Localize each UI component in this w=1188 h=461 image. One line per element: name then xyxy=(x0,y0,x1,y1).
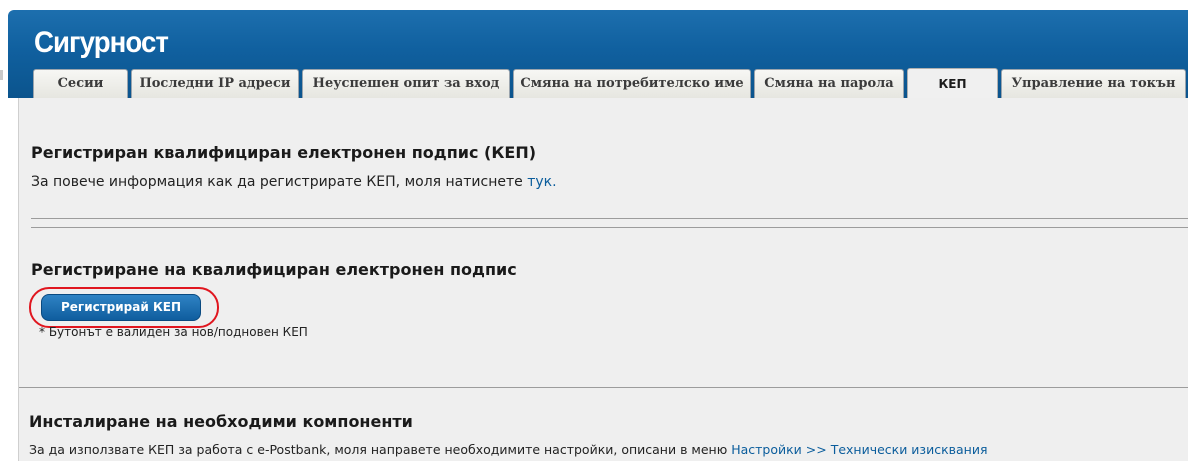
divider xyxy=(31,227,1188,228)
divider xyxy=(31,218,1188,219)
tab-bar: Сесии Последни IP адреси Неуспешен опит … xyxy=(33,68,1188,99)
registered-kep-info-text: За повече информация как да регистрирате… xyxy=(31,174,528,190)
security-panel: Сигурност Сесии Последни IP адреси Неусп… xyxy=(8,10,1188,461)
divider xyxy=(19,387,1188,388)
tab-last-ip-addresses[interactable]: Последни IP адреси xyxy=(131,69,299,98)
register-kep-button[interactable]: Регистрирай КЕП xyxy=(41,294,201,321)
registered-kep-info: За повече информация как да регистрирате… xyxy=(31,174,557,190)
page-title: Сигурност xyxy=(34,26,169,59)
components-title: Инсталиране на необходими компоненти xyxy=(29,412,413,431)
tab-failed-login[interactable]: Неуспешен опит за вход xyxy=(302,69,510,98)
components-info-text: За да използвате КЕП за работа с е-Postb… xyxy=(29,442,732,457)
kep-content: Регистриран квалифициран електронен подп… xyxy=(18,98,1188,461)
more-info-link[interactable]: тук. xyxy=(527,174,556,190)
tab-sessions[interactable]: Сесии xyxy=(33,69,128,98)
tab-change-username[interactable]: Смяна на потребителско име xyxy=(513,69,751,98)
components-info: За да използвате КЕП за работа с е-Postb… xyxy=(29,442,987,457)
technical-requirements-link[interactable]: Настройки >> Технически изисквания xyxy=(731,442,987,457)
register-kep-title: Регистриране на квалифициран електронен … xyxy=(31,260,517,279)
tab-change-password[interactable]: Смяна на парола xyxy=(754,69,904,98)
register-kep-note: * Бутонът е валиден за нов/подновен КЕП xyxy=(39,325,308,339)
registered-kep-title: Регистриран квалифициран електронен подп… xyxy=(31,143,537,162)
tab-token-management[interactable]: Управление на токън xyxy=(1001,69,1186,98)
tab-kep[interactable]: КЕП xyxy=(907,68,998,99)
window-edge xyxy=(0,70,3,80)
